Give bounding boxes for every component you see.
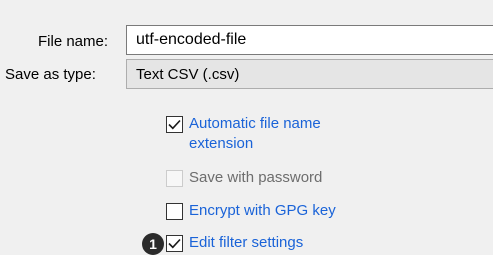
file-name-label: File name: (38, 33, 109, 50)
gpg-encrypt-option[interactable]: Encrypt with GPG key (166, 202, 336, 221)
auto-extension-checkbox[interactable] (166, 116, 183, 133)
auto-extension-label: Automatic file name extension (189, 115, 321, 152)
auto-extension-option[interactable]: Automatic file name extension (166, 115, 379, 154)
gpg-encrypt-label: Encrypt with GPG key (189, 202, 336, 219)
save-password-option: Save with password (166, 169, 323, 188)
edit-filter-label: Edit filter settings (189, 234, 304, 251)
gpg-encrypt-checkbox[interactable] (166, 203, 183, 220)
save-dialog: File name: Save as type: Text CSV (.csv)… (0, 0, 493, 255)
check-icon (168, 119, 181, 130)
save-type-value: Text CSV (.csv) (136, 66, 240, 83)
check-icon (168, 238, 181, 249)
save-type-select[interactable]: Text CSV (.csv) (126, 59, 493, 89)
save-password-label: Save with password (189, 169, 323, 186)
edit-filter-option[interactable]: Edit filter settings (166, 234, 304, 253)
save-type-label: Save as type: (5, 66, 96, 83)
edit-filter-checkbox[interactable] (166, 235, 183, 252)
callout-badge: 1 (142, 233, 164, 255)
save-password-checkbox (166, 170, 183, 187)
file-name-input[interactable] (126, 25, 493, 55)
